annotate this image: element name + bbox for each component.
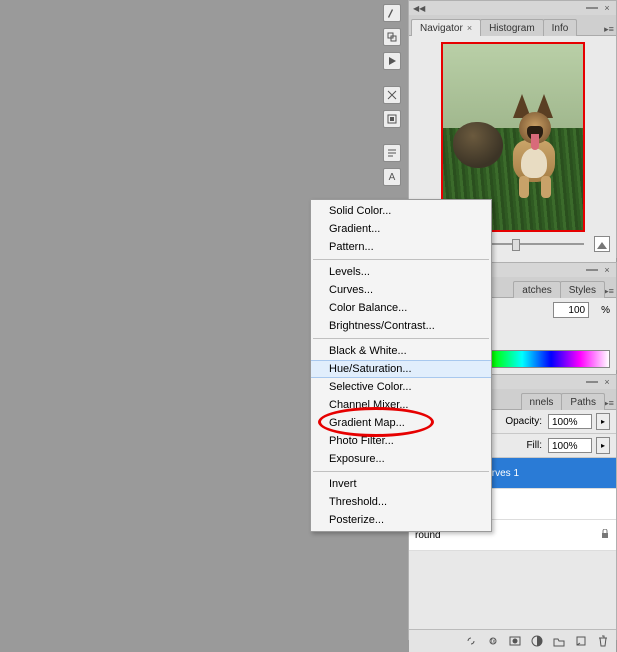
layer-mask-icon[interactable] [508, 634, 522, 648]
tab-label: Styles [569, 285, 596, 296]
menu-item-exposure[interactable]: Exposure... [311, 450, 491, 468]
menu-separator [313, 471, 489, 472]
tab-close-icon[interactable]: × [467, 23, 472, 33]
menu-item-levels[interactable]: Levels... [311, 263, 491, 281]
menu-separator [313, 338, 489, 339]
fill-label: Fill: [526, 440, 542, 451]
close-icon[interactable]: × [602, 3, 612, 13]
trash-icon[interactable] [596, 634, 610, 648]
lock-icon [600, 529, 610, 542]
panel-options-icon[interactable]: ▸≡ [604, 398, 614, 409]
menu-separator [313, 259, 489, 260]
fill-field[interactable]: 100% [548, 438, 592, 453]
tab-label: Info [552, 23, 569, 34]
opacity-field[interactable]: 100% [548, 414, 592, 429]
menu-item-gradient-map[interactable]: Gradient Map... [311, 414, 491, 432]
panel-menu-icon[interactable] [586, 7, 598, 9]
adjustment-layer-context-menu[interactable]: Solid Color...Gradient...Pattern... Level… [310, 199, 492, 532]
menu-item-hue-saturation[interactable]: Hue/Saturation... [311, 360, 491, 378]
layer-comps-icon[interactable] [383, 110, 401, 128]
tool-presets-icon[interactable] [383, 86, 401, 104]
menu-item-gradient[interactable]: Gradient... [311, 220, 491, 238]
play-icon[interactable] [383, 52, 401, 70]
menu-item-channel-mixer[interactable]: Channel Mixer... [311, 396, 491, 414]
layer-style-icon[interactable]: fx [486, 634, 500, 648]
close-icon[interactable]: × [602, 265, 612, 275]
percent-label: % [601, 305, 610, 316]
menu-item-invert[interactable]: Invert [311, 475, 491, 493]
link-layers-icon[interactable] [464, 634, 478, 648]
tab-histogram[interactable]: Histogram [480, 19, 544, 36]
zoom-slider[interactable] [481, 243, 584, 245]
layers-footer: fx [409, 629, 616, 652]
tab-swatches[interactable]: atches [513, 281, 560, 298]
panel-menu-icon[interactable] [586, 381, 598, 383]
collapse-arrows-icon[interactable]: ◀◀ [413, 4, 425, 13]
close-icon[interactable]: × [602, 377, 612, 387]
navigator-tabs: Navigator × Histogram Info ▸≡ [409, 15, 616, 36]
new-layer-icon[interactable] [574, 634, 588, 648]
tab-navigator[interactable]: Navigator × [411, 19, 481, 36]
tab-info[interactable]: Info [543, 19, 578, 36]
panel-menu-icon[interactable] [586, 269, 598, 271]
zoom-in-icon[interactable] [594, 236, 610, 252]
tab-label: Paths [570, 397, 596, 408]
menu-item-black-white[interactable]: Black & White... [311, 342, 491, 360]
menu-item-photo-filter[interactable]: Photo Filter... [311, 432, 491, 450]
tab-label: Histogram [489, 23, 535, 34]
tab-paths[interactable]: Paths [561, 393, 605, 410]
opacity-label: Opacity: [505, 416, 542, 427]
menu-item-curves[interactable]: Curves... [311, 281, 491, 299]
menu-item-solid-color[interactable]: Solid Color... [311, 202, 491, 220]
color-value-field[interactable]: 100 [553, 302, 589, 318]
adjustment-layer-icon[interactable] [530, 634, 544, 648]
tool-options-strip: A [383, 4, 402, 186]
panel-options-icon[interactable]: ▸≡ [604, 286, 614, 297]
tab-label: Navigator [420, 23, 463, 34]
menu-item-posterize[interactable]: Posterize... [311, 511, 491, 529]
menu-item-color-balance[interactable]: Color Balance... [311, 299, 491, 317]
character-panel-icon[interactable]: A [383, 168, 401, 186]
menu-item-brightness-contrast[interactable]: Brightness/Contrast... [311, 317, 491, 335]
tab-label: atches [522, 285, 551, 296]
tab-channels[interactable]: nnels [521, 393, 563, 410]
panel-titlebar[interactable]: ◀◀ × [409, 1, 616, 15]
tab-label: nnels [530, 397, 554, 408]
tab-styles[interactable]: Styles [560, 281, 605, 298]
menu-item-selective-color[interactable]: Selective Color... [311, 378, 491, 396]
group-icon[interactable] [552, 634, 566, 648]
opacity-dropdown-icon[interactable]: ▸ [596, 413, 610, 430]
paragraph-panel-icon[interactable] [383, 144, 401, 162]
menu-item-threshold[interactable]: Threshold... [311, 493, 491, 511]
menu-item-pattern[interactable]: Pattern... [311, 238, 491, 256]
brush-preset-icon[interactable] [383, 4, 401, 22]
clone-source-icon[interactable] [383, 28, 401, 46]
fill-dropdown-icon[interactable]: ▸ [596, 437, 610, 454]
panel-options-icon[interactable]: ▸≡ [604, 24, 614, 35]
